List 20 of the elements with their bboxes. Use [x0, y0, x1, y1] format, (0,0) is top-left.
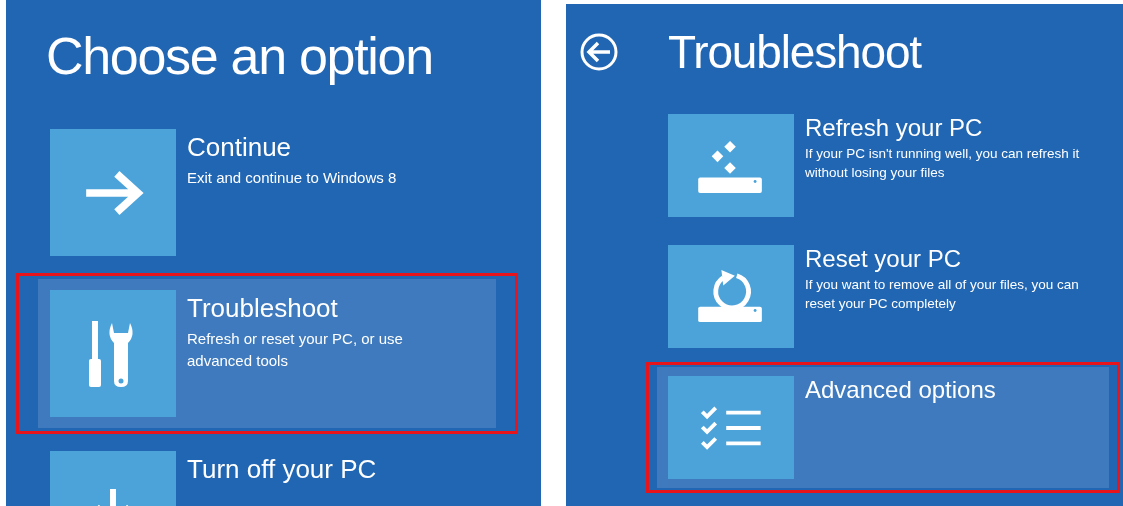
- option-description: Refresh or reset your PC, or use advanced tools: [187, 329, 404, 371]
- option-item[interactable]: Troubleshoot Refresh or reset your PC, or use advanced tools: [38, 279, 496, 428]
- option-item[interactable]: Reset your PC If you want to remove all of your files, you can reset your PC completely: [657, 236, 1109, 357]
- option-item[interactable]: Advanced options: [657, 367, 1109, 488]
- option-item[interactable]: Turn off your PC: [38, 440, 496, 506]
- option-title: Advanced options: [805, 376, 997, 404]
- option-description: If your PC isn't running well, you can refresh it without losing your files: [805, 145, 1081, 182]
- option-title: Reset your PC: [805, 245, 963, 273]
- option-description: If you want to remove all of your files, you can reset your PC completely: [805, 276, 1080, 313]
- page-title: Troubleshoot: [668, 29, 921, 75]
- option-item[interactable]: Refresh your PC If your PC isn't running well, you can refresh it without losing your files: [657, 105, 1109, 226]
- option-description: Exit and continue to Windows 8: [187, 168, 398, 188]
- option-title: Refresh your PC: [805, 114, 984, 142]
- drive-with-sparkles-icon: [698, 138, 764, 193]
- drive-with-circular-arrow-icon: [698, 269, 764, 324]
- option-title: Troubleshoot: [187, 292, 339, 324]
- option-title: Continue: [187, 131, 293, 163]
- option-title: Turn off your PC: [187, 453, 378, 485]
- option-item[interactable]: Continue Exit and continue to Windows 8: [38, 118, 496, 267]
- checklist-icon: [701, 405, 761, 450]
